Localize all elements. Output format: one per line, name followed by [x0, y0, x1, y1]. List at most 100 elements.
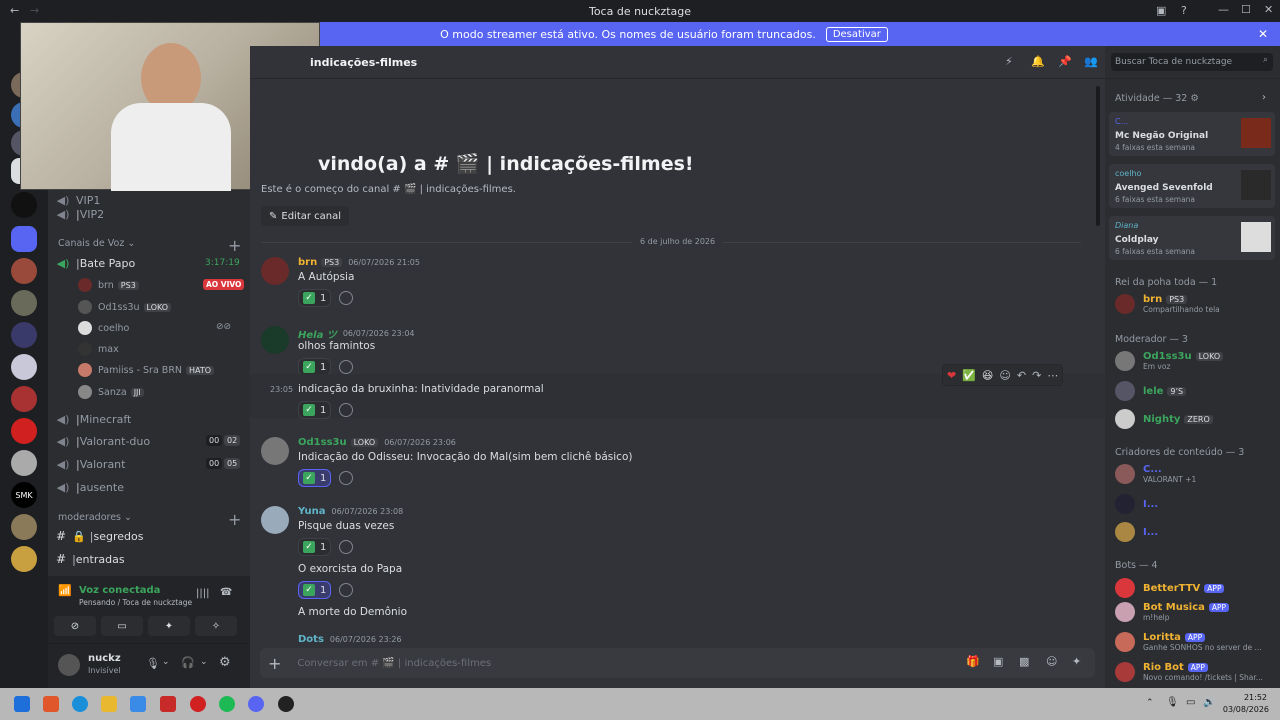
- avatar[interactable]: [261, 506, 289, 534]
- close-window-icon[interactable]: ✕: [1264, 3, 1273, 16]
- activity-card[interactable]: coelho Avenged Sevenfold 6 faixas esta s…: [1109, 164, 1275, 208]
- channel-segredos[interactable]: # 🔒 | segredos: [56, 526, 143, 546]
- moderators-category[interactable]: moderadores ⌄: [58, 512, 132, 523]
- reaction-chip[interactable]: ✓ 1: [298, 401, 332, 419]
- add-reaction-icon[interactable]: [339, 291, 354, 305]
- member-row[interactable]: I...: [1115, 522, 1158, 542]
- activities-button[interactable]: ✦: [148, 616, 190, 636]
- microphone-icon[interactable]: 🎙: [146, 657, 160, 670]
- member-list-icon[interactable]: 👥: [1084, 55, 1098, 68]
- start-icon[interactable]: [14, 696, 30, 712]
- volume-icon[interactable]: 🔊: [1203, 697, 1215, 708]
- search-input[interactable]: Buscar Toca de nuckztage ⌕: [1111, 53, 1273, 71]
- channel-vip2[interactable]: ◀) | VIP2: [56, 204, 105, 224]
- reaction-chip[interactable]: ✓ 1: [298, 538, 332, 556]
- voice-category[interactable]: Canais de Voz ⌄: [58, 238, 135, 249]
- more-icon[interactable]: ⋯: [1047, 369, 1058, 382]
- server-icon[interactable]: [11, 290, 37, 316]
- voice-user[interactable]: brn PS3: [78, 276, 139, 294]
- member-row[interactable]: brn PS3 Compartilhando tela: [1115, 294, 1220, 314]
- member-row[interactable]: BetterTTV APP: [1115, 578, 1225, 598]
- message-input-box[interactable]: + Conversar em # 🎬 | indicações-filmes 🎁…: [260, 648, 1095, 678]
- server-icon[interactable]: SMK: [11, 482, 37, 508]
- add-reaction-icon[interactable]: [339, 540, 354, 554]
- server-icon[interactable]: [11, 514, 37, 540]
- server-icon[interactable]: [11, 354, 37, 380]
- voice-channel-valorant[interactable]: ◀) | Valorant: [56, 454, 126, 474]
- emoji-icon[interactable]: ☺: [1046, 655, 1057, 668]
- server-icon[interactable]: [11, 258, 37, 284]
- app-icon[interactable]: [190, 696, 206, 712]
- message-input[interactable]: Conversar em # 🎬 | indicações-filmes: [297, 658, 491, 669]
- noise-suppression-icon[interactable]: ||||: [196, 588, 209, 599]
- chevron-right-icon[interactable]: ›: [1262, 92, 1266, 103]
- soundboard-button[interactable]: ✧: [195, 616, 237, 636]
- activity-card[interactable]: Diana Coldplay 6 faixas esta semana: [1109, 216, 1275, 260]
- message-author[interactable]: Hela ツ: [298, 326, 337, 341]
- voice-user[interactable]: Sanza JJI: [78, 383, 144, 401]
- headphones-icon[interactable]: 🎧: [181, 656, 195, 669]
- add-reaction-icon[interactable]: ☺: [999, 369, 1010, 382]
- clock-date[interactable]: 03/08/2026: [1219, 705, 1269, 714]
- upload-plus-icon[interactable]: +: [268, 654, 281, 673]
- threads-icon[interactable]: ⚡: [1005, 55, 1013, 68]
- app-icon[interactable]: [278, 696, 294, 712]
- message-author[interactable]: Yuna: [298, 506, 326, 517]
- add-reaction-icon[interactable]: [339, 471, 354, 485]
- app-icon[interactable]: [160, 696, 176, 712]
- member-row[interactable]: Bot Musica APP m!help: [1115, 602, 1230, 622]
- screen-share-button[interactable]: ▭: [101, 616, 143, 636]
- member-row[interactable]: Loritta APP Ganhe SONHOS no server de ...: [1115, 632, 1262, 652]
- server-icon[interactable]: [11, 226, 37, 252]
- server-icon[interactable]: [11, 322, 37, 348]
- avatar[interactable]: [58, 654, 80, 676]
- activity-card[interactable]: C... Mc Negão Original 4 faixas esta sem…: [1109, 112, 1275, 156]
- member-row[interactable]: Od1ss3u LOKO Em voz: [1115, 351, 1224, 371]
- member-row[interactable]: C... VALORANT +1: [1115, 464, 1196, 484]
- inbox-icon[interactable]: ▣: [1156, 4, 1166, 17]
- voice-user[interactable]: Pamiiss - Sra BRN HATO: [78, 361, 215, 379]
- member-row[interactable]: Nighty ZERO: [1115, 409, 1213, 429]
- server-icon[interactable]: [11, 386, 37, 412]
- voice-channel-valorant-duo[interactable]: ◀) | Valorant-duo: [56, 431, 151, 451]
- member-row[interactable]: lele 9ʼS: [1115, 381, 1187, 401]
- chevron-down-icon[interactable]: ⌄: [162, 657, 170, 667]
- add-reaction-icon[interactable]: [339, 360, 354, 374]
- reaction-chip-selected[interactable]: ✓ 1: [298, 581, 332, 599]
- voice-user[interactable]: coelho: [78, 319, 129, 337]
- brave-icon[interactable]: [43, 696, 59, 712]
- server-icon[interactable]: [11, 450, 37, 476]
- gif-icon[interactable]: ▣: [993, 655, 1003, 668]
- server-icon[interactable]: [11, 546, 37, 572]
- close-banner-icon[interactable]: ✕: [1258, 27, 1268, 41]
- server-icon[interactable]: [11, 192, 37, 218]
- bell-icon[interactable]: 🔔: [1031, 55, 1045, 68]
- pin-icon[interactable]: 📌: [1058, 55, 1072, 68]
- message-author[interactable]: Od1ss3u: [298, 437, 347, 448]
- voice-channel-ausente[interactable]: ◀) | ausente: [56, 477, 124, 497]
- app-icon[interactable]: [130, 696, 146, 712]
- check-reaction-icon[interactable]: ✅: [962, 369, 976, 382]
- disable-streamer-button[interactable]: Desativar: [825, 26, 888, 42]
- laugh-reaction-icon[interactable]: 😆: [982, 369, 993, 382]
- member-row[interactable]: I...: [1115, 494, 1158, 514]
- voice-user[interactable]: max: [78, 340, 119, 358]
- clock-time[interactable]: 21:52: [1229, 693, 1267, 702]
- maximize-icon[interactable]: ☐: [1241, 3, 1251, 16]
- message-author[interactable]: Dots: [298, 634, 324, 645]
- add-channel-icon[interactable]: +: [228, 510, 241, 529]
- avatar[interactable]: [261, 437, 289, 465]
- apps-icon[interactable]: ✦: [1072, 655, 1081, 668]
- disconnect-icon[interactable]: ☎: [220, 587, 232, 598]
- avatar[interactable]: [261, 326, 289, 354]
- add-reaction-icon[interactable]: [339, 583, 354, 597]
- message-author[interactable]: brn: [298, 257, 317, 268]
- minimize-icon[interactable]: —: [1218, 3, 1229, 16]
- network-icon[interactable]: ▭: [1186, 697, 1195, 708]
- member-row[interactable]: Rio Bot APP Novo comando! /tickets | Shar.…: [1115, 662, 1263, 682]
- server-icon[interactable]: [11, 418, 37, 444]
- folder-icon[interactable]: [101, 696, 117, 712]
- chevron-down-icon[interactable]: ⌄: [200, 657, 208, 667]
- forward-icon[interactable]: ↷: [1032, 369, 1041, 382]
- gear-icon[interactable]: ⚙: [219, 655, 231, 670]
